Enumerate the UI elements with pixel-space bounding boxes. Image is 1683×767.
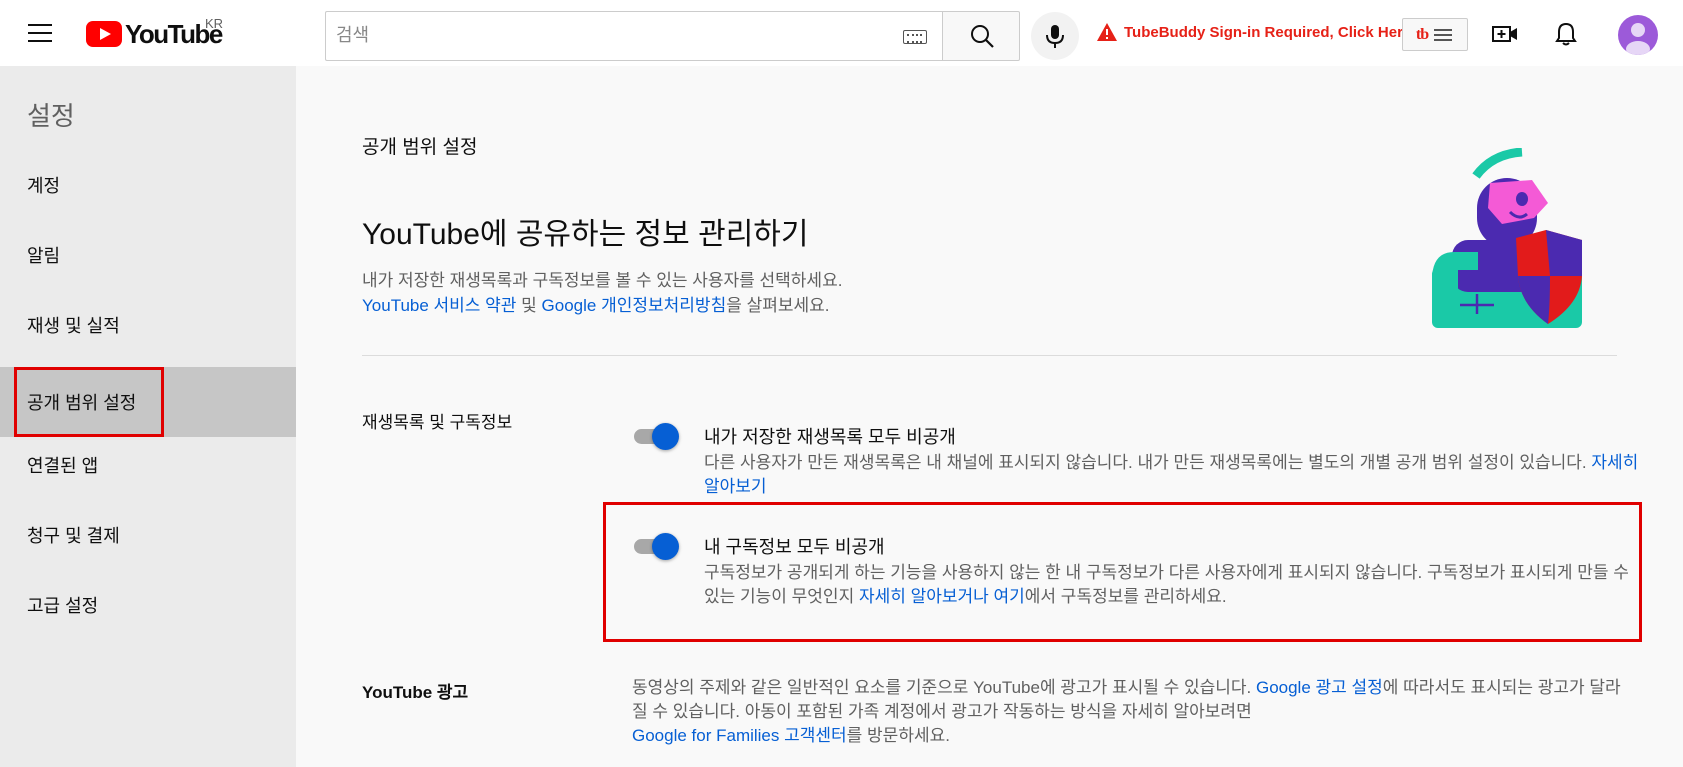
keyboard-icon[interactable] — [903, 30, 927, 44]
ads-desc-suffix: 를 방문하세요. — [846, 726, 950, 745]
voice-search-button[interactable] — [1031, 12, 1079, 60]
youtube-play-icon — [86, 21, 122, 47]
youtube-ads-label: YouTube 광고 — [362, 683, 469, 702]
tubebuddy-signin-warning[interactable]: TubeBuddy Sign-in Required, Click Here — [1096, 22, 1411, 42]
page-title: YouTube에 공유하는 정보 관리하기 — [362, 218, 809, 251]
warning-icon — [1097, 23, 1117, 41]
create-video-icon — [1492, 26, 1517, 42]
saved-playlists-private-title: 내가 저장한 재생목록 모두 비공개 — [704, 427, 956, 447]
search-box — [325, 11, 942, 61]
page-description: 내가 저장한 재생목록과 구독정보를 볼 수 있는 사용자를 선택하세요. — [362, 271, 843, 290]
notifications-button[interactable] — [1548, 16, 1584, 52]
sidebar-item-playback[interactable]: 재생 및 실적 — [0, 290, 296, 360]
sidebar-item-connected-apps[interactable]: 연결된 앱 — [0, 430, 296, 500]
terms-suffix: 을 살펴보세요. — [726, 296, 830, 315]
menu-icon[interactable] — [28, 24, 52, 42]
create-button[interactable] — [1487, 16, 1523, 52]
playlists-subscriptions-label: 재생목록 및 구독정보 — [362, 413, 513, 432]
search-input[interactable] — [326, 12, 886, 58]
avatar[interactable] — [1618, 15, 1658, 55]
terms-line: YouTube 서비스 약관 및 Google 개인정보처리방침을 살펴보세요. — [362, 291, 830, 316]
privacy-illustration — [1432, 148, 1582, 328]
terms-link[interactable]: YouTube 서비스 약관 — [362, 296, 516, 315]
highlight-box-sidebar — [14, 367, 164, 437]
search-button[interactable] — [942, 11, 1020, 61]
sidebar-item-account[interactable]: 계정 — [0, 150, 296, 220]
section-label: 공개 범위 설정 — [362, 137, 478, 158]
youtube-logo[interactable]: YouTube — [86, 18, 223, 50]
avatar-icon — [1626, 23, 1650, 55]
sidebar-item-advanced[interactable]: 고급 설정 — [0, 570, 296, 640]
youtube-ads-desc: 동영상의 주제와 같은 일반적인 요소를 기준으로 YouTube에 광고가 표… — [632, 676, 1622, 748]
tubebuddy-menu-icon — [1434, 28, 1453, 41]
section-divider — [362, 355, 1617, 356]
notifications-icon — [1555, 22, 1577, 46]
sidebar-item-notifications[interactable]: 알림 — [0, 220, 296, 290]
region-code: KR — [205, 16, 224, 31]
terms-and: 및 — [516, 296, 542, 315]
google-for-families-link[interactable]: Google for Families 고객센터 — [632, 726, 847, 745]
highlight-box-subscriptions — [603, 502, 1642, 642]
tubebuddy-logo: tb — [1415, 25, 1429, 43]
privacy-policy-link[interactable]: Google 개인정보처리방침 — [542, 296, 727, 315]
tubebuddy-menu-button[interactable]: tb — [1402, 18, 1468, 51]
top-bar: YouTube KR TubeBuddy Sign-in Required, C… — [0, 0, 1683, 66]
sidebar-title: 설정 — [27, 101, 75, 131]
tubebuddy-warning-text: TubeBuddy Sign-in Required, Click Here — [1124, 23, 1412, 41]
search-icon — [971, 25, 994, 48]
toggle-knob — [652, 423, 679, 450]
saved-playlists-desc-text: 다른 사용자가 만든 재생목록은 내 채널에 표시되지 않습니다. 내가 만든 … — [704, 453, 1587, 472]
ads-desc-prefix: 동영상의 주제와 같은 일반적인 요소를 기준으로 YouTube에 광고가 표… — [632, 678, 1256, 697]
saved-playlists-private-desc: 다른 사용자가 만든 재생목록은 내 채널에 표시되지 않습니다. 내가 만든 … — [704, 451, 1639, 499]
google-ad-settings-link[interactable]: Google 광고 설정 — [1256, 678, 1383, 697]
sidebar-item-billing[interactable]: 청구 및 결제 — [0, 500, 296, 570]
mic-icon — [1046, 25, 1064, 48]
saved-playlists-private-toggle[interactable] — [632, 423, 680, 450]
main-content: 공개 범위 설정 YouTube에 공유하는 정보 관리하기 내가 저장한 재생… — [296, 66, 1683, 767]
